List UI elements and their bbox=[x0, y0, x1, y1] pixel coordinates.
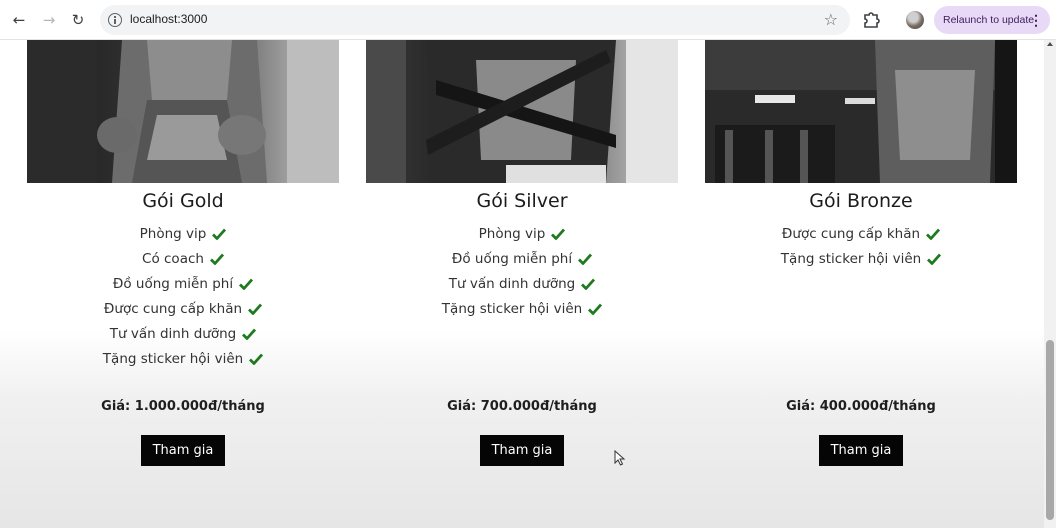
mouse-cursor-icon bbox=[614, 450, 626, 466]
plan-card-silver: Gói Silver Phòng vip Đồ uống miễn phí Tư… bbox=[366, 40, 678, 528]
feature-item: Tư vấn dinh dưỡng bbox=[27, 321, 339, 346]
bookmark-star-icon[interactable]: ☆ bbox=[824, 10, 838, 29]
check-icon bbox=[212, 228, 227, 240]
feature-label: Được cung cấp khăn bbox=[781, 225, 921, 242]
feature-item: Có coach bbox=[27, 246, 339, 271]
feature-label: Phòng vip bbox=[478, 225, 546, 242]
feature-label: Được cung cấp khăn bbox=[103, 300, 243, 317]
check-icon bbox=[248, 303, 263, 315]
address-url[interactable]: localhost:3000 bbox=[130, 12, 207, 26]
feature-label: Tặng sticker hội viên bbox=[780, 250, 922, 267]
feature-label: Phòng vip bbox=[139, 225, 207, 242]
reload-icon[interactable]: ↻ bbox=[66, 8, 90, 32]
feature-item: Tặng sticker hội viên bbox=[27, 346, 339, 371]
plan-card-gold: Gói Gold Phòng vip Có coach Đồ uống miễn… bbox=[27, 40, 339, 528]
extensions-puzzle-icon[interactable] bbox=[862, 10, 880, 28]
pricing-section: Gói Gold Phòng vip Có coach Đồ uống miễn… bbox=[0, 40, 1044, 528]
scroll-up-arrow-icon[interactable] bbox=[1047, 42, 1053, 46]
plan-price: Giá: 400.000đ/tháng bbox=[786, 399, 936, 414]
relaunch-button[interactable]: Relaunch to update ⋮ bbox=[934, 6, 1050, 34]
join-button[interactable]: Tham gia bbox=[480, 435, 564, 466]
check-icon bbox=[551, 228, 566, 240]
check-icon bbox=[581, 278, 596, 290]
scrollbar-thumb[interactable] bbox=[1046, 340, 1054, 520]
check-icon bbox=[588, 303, 603, 315]
plan-price: Giá: 1.000.000đ/tháng bbox=[101, 399, 265, 414]
feature-item: Đồ uống miễn phí bbox=[27, 271, 339, 296]
check-icon bbox=[926, 228, 941, 240]
bronze-plan-photo bbox=[705, 40, 1017, 183]
feature-label: Đồ uống miễn phí bbox=[112, 275, 234, 292]
feature-item: Phòng vip bbox=[27, 221, 339, 246]
feature-item: Được cung cấp khăn bbox=[705, 221, 1017, 246]
back-arrow-icon[interactable]: ← bbox=[7, 8, 31, 32]
feature-item: Được cung cấp khăn bbox=[27, 296, 339, 321]
check-icon bbox=[578, 253, 593, 265]
feature-label: Tặng sticker hội viên bbox=[441, 300, 583, 317]
profile-avatar[interactable] bbox=[906, 11, 924, 29]
feature-label: Tư vấn dinh dưỡng bbox=[448, 275, 576, 292]
check-icon bbox=[242, 328, 257, 340]
feature-list: Phòng vip Đồ uống miễn phí Tư vấn dinh d… bbox=[366, 221, 678, 321]
join-button[interactable]: Tham gia bbox=[141, 435, 225, 466]
feature-item: Phòng vip bbox=[366, 221, 678, 246]
plan-title: Gói Silver bbox=[476, 190, 568, 212]
check-icon bbox=[927, 253, 942, 265]
site-info-icon[interactable] bbox=[108, 13, 122, 27]
feature-label: Đồ uống miễn phí bbox=[451, 250, 573, 267]
check-icon bbox=[249, 353, 264, 365]
feature-list: Phòng vip Có coach Đồ uống miễn phí Được… bbox=[27, 221, 339, 371]
browser-toolbar: ← → ↻ localhost:3000 ☆ Relaunch to updat… bbox=[0, 0, 1056, 40]
page-scrollbar[interactable] bbox=[1044, 40, 1056, 528]
feature-label: Tặng sticker hội viên bbox=[102, 350, 244, 367]
feature-item: Tặng sticker hội viên bbox=[366, 296, 678, 321]
feature-item: Đồ uống miễn phí bbox=[366, 246, 678, 271]
join-button[interactable]: Tham gia bbox=[819, 435, 903, 466]
feature-item: Tư vấn dinh dưỡng bbox=[366, 271, 678, 296]
address-bar[interactable]: localhost:3000 ☆ bbox=[100, 5, 850, 35]
gold-plan-photo bbox=[27, 40, 339, 183]
plan-card-bronze: Gói Bronze Được cung cấp khăn Tặng stick… bbox=[705, 40, 1017, 528]
forward-arrow-icon[interactable]: → bbox=[37, 8, 61, 32]
plan-title: Gói Bronze bbox=[809, 190, 913, 212]
relaunch-label: Relaunch to update bbox=[943, 14, 1035, 26]
silver-plan-photo bbox=[366, 40, 678, 183]
feature-item: Tặng sticker hội viên bbox=[705, 246, 1017, 271]
check-icon bbox=[209, 253, 224, 265]
check-icon bbox=[239, 278, 254, 290]
feature-label: Có coach bbox=[142, 250, 204, 267]
feature-label: Tư vấn dinh dưỡng bbox=[109, 325, 237, 342]
kebab-menu-icon[interactable]: ⋮ bbox=[1029, 6, 1043, 34]
plan-title: Gói Gold bbox=[142, 190, 224, 212]
plan-price: Giá: 700.000đ/tháng bbox=[447, 399, 597, 414]
feature-list: Được cung cấp khăn Tặng sticker hội viên bbox=[705, 221, 1017, 271]
